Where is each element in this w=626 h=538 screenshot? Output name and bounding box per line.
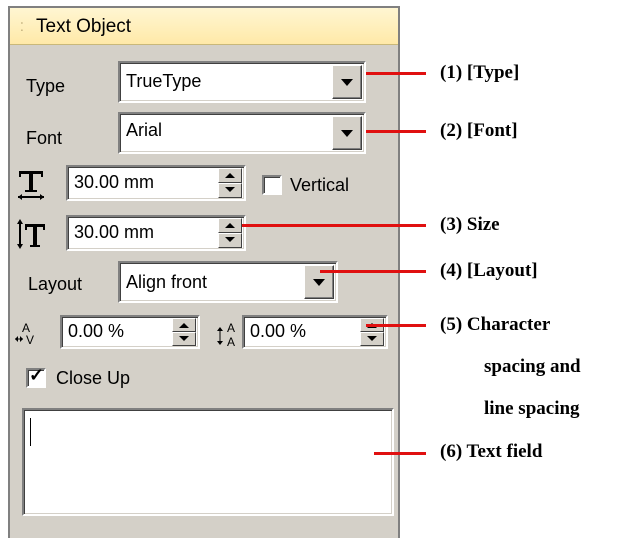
spin-down-button[interactable] bbox=[172, 332, 196, 346]
character-spacing-value: 0.00 % bbox=[68, 321, 125, 341]
text-cursor bbox=[30, 418, 31, 446]
closeup-label[interactable]: Close Up bbox=[56, 368, 130, 389]
line-spacing-icon: A A bbox=[217, 321, 235, 349]
callout-line-5 bbox=[366, 324, 426, 327]
line-spacing-spinner[interactable] bbox=[360, 318, 384, 346]
spin-down-button[interactable] bbox=[360, 332, 384, 346]
callout-line-6 bbox=[374, 452, 426, 455]
vertical-label[interactable]: Vertical bbox=[290, 175, 349, 196]
callout-line-3 bbox=[242, 224, 426, 227]
closeup-checkbox[interactable]: ✓ bbox=[26, 365, 46, 388]
text-field[interactable] bbox=[22, 408, 394, 516]
layout-label: Layout bbox=[28, 274, 83, 294]
callout-line-4 bbox=[320, 270, 426, 273]
line-spacing-input[interactable]: 0.00 % bbox=[242, 315, 388, 349]
spin-up-button[interactable] bbox=[218, 168, 242, 183]
width-spinner[interactable] bbox=[218, 168, 242, 198]
text-width-icon bbox=[18, 171, 44, 200]
character-spacing-icon: A V bbox=[15, 321, 34, 347]
chevron-down-icon bbox=[341, 79, 353, 86]
svg-text:A: A bbox=[227, 321, 235, 335]
callout-spacing-line2: spacing and bbox=[484, 356, 581, 377]
type-dropdown[interactable]: TrueType bbox=[118, 61, 366, 103]
character-spacing-spinner[interactable] bbox=[172, 318, 196, 346]
layout-dropdown[interactable]: Align front bbox=[118, 261, 338, 303]
font-label: Font bbox=[26, 128, 63, 148]
callout-line-1 bbox=[366, 72, 426, 75]
layout-value: Align front bbox=[126, 272, 208, 292]
spin-up-button[interactable] bbox=[218, 218, 242, 233]
callout-layout: (4) [Layout] bbox=[440, 260, 538, 281]
callout-text-field: (6) Text field bbox=[440, 441, 543, 462]
svg-text:A: A bbox=[227, 335, 235, 349]
spin-down-button[interactable] bbox=[218, 183, 242, 198]
chevron-down-icon bbox=[313, 279, 325, 286]
vertical-checkbox[interactable] bbox=[262, 175, 282, 195]
chevron-down-icon bbox=[341, 130, 353, 137]
callout-line-2 bbox=[366, 130, 426, 133]
width-value: 30.00 mm bbox=[74, 172, 155, 192]
panel-title: Text Object bbox=[36, 16, 132, 37]
width-input[interactable]: 30.00 mm bbox=[66, 165, 246, 201]
callout-font: (2) [Font] bbox=[440, 120, 518, 141]
panel-titlebar[interactable]: ⁚ Text Object bbox=[10, 8, 398, 45]
height-value: 30.00 mm bbox=[74, 222, 155, 242]
font-dropdown-button[interactable] bbox=[332, 116, 362, 150]
text-height-icon bbox=[17, 219, 45, 249]
callout-type: (1) [Type] bbox=[440, 62, 520, 83]
font-dropdown[interactable]: Arial bbox=[118, 112, 366, 154]
spin-up-button[interactable] bbox=[172, 318, 196, 332]
svg-text:V: V bbox=[26, 333, 34, 347]
callout-spacing-line1: (5) Character bbox=[440, 314, 551, 335]
type-dropdown-button[interactable] bbox=[332, 65, 362, 99]
height-spinner[interactable] bbox=[218, 218, 242, 248]
type-label: Type bbox=[26, 76, 66, 96]
callout-spacing-line3: line spacing bbox=[484, 398, 580, 419]
grip-icon[interactable]: ⁚ bbox=[20, 20, 24, 34]
font-value: Arial bbox=[126, 120, 163, 140]
spin-down-button[interactable] bbox=[218, 233, 242, 248]
check-icon: ✓ bbox=[29, 365, 45, 385]
callout-size: (3) Size bbox=[440, 214, 500, 235]
height-input[interactable]: 30.00 mm bbox=[66, 215, 246, 251]
character-spacing-input[interactable]: 0.00 % bbox=[60, 315, 200, 349]
line-spacing-value: 0.00 % bbox=[250, 321, 307, 341]
type-value: TrueType bbox=[126, 71, 202, 91]
